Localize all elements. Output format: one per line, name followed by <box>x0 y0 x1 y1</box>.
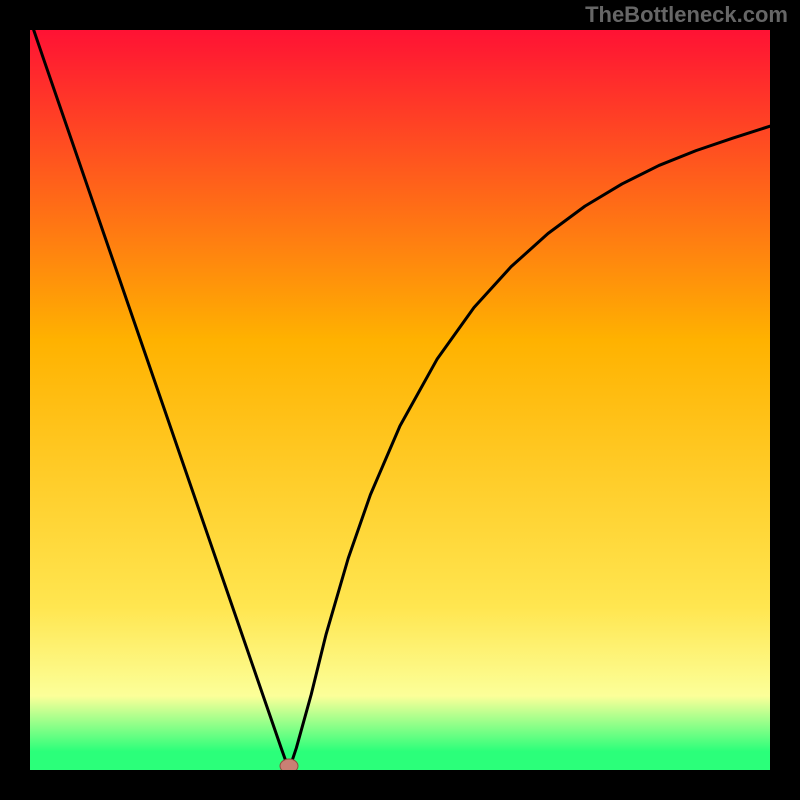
gradient-background <box>30 30 770 770</box>
chart-frame: TheBottleneck.com <box>0 0 800 800</box>
plot-area <box>30 30 770 770</box>
bottleneck-chart <box>30 30 770 770</box>
watermark-text: TheBottleneck.com <box>585 2 788 28</box>
optimum-marker <box>280 759 298 770</box>
